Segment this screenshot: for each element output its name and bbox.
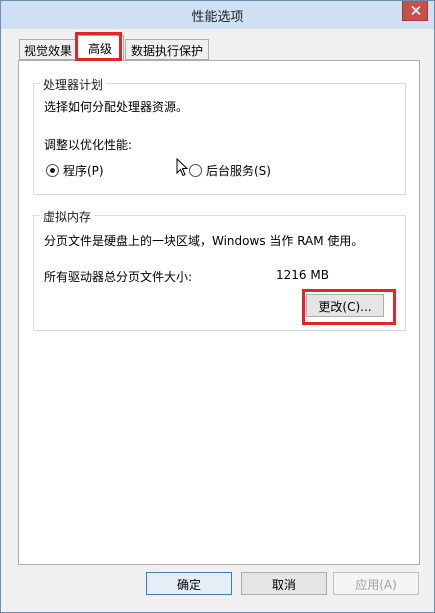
ok-button[interactable]: 确定 bbox=[146, 572, 232, 595]
processor-description: 选择如何分配处理器资源。 bbox=[44, 100, 189, 114]
virtual-memory-legend: 虚拟内存 bbox=[40, 208, 95, 225]
total-paging-file-label: 所有驱动器总分页文件大小: bbox=[44, 270, 193, 284]
processor-scheduling-legend: 处理器计划 bbox=[40, 76, 107, 93]
close-button[interactable] bbox=[402, 1, 428, 21]
performance-options-dialog: 性能选项 视觉效果 高级 数据执行保护 处理器计划 选择如何分配处理器资源。 调… bbox=[0, 0, 435, 613]
close-icon bbox=[411, 6, 421, 15]
apply-button[interactable]: 应用(A) bbox=[333, 572, 419, 595]
title-bar[interactable]: 性能选项 bbox=[1, 1, 434, 29]
radio-background-services[interactable] bbox=[189, 164, 202, 177]
highlight-change-button bbox=[302, 289, 396, 325]
window-title: 性能选项 bbox=[191, 10, 244, 25]
total-paging-file-value: 1216 MB bbox=[276, 268, 329, 282]
adjust-performance-label: 调整以优化性能: bbox=[44, 138, 133, 152]
tab-data-execution-prevention[interactable]: 数据执行保护 bbox=[125, 39, 209, 60]
virtual-memory-description: 分页文件是硬盘上的一块区域，Windows 当作 RAM 使用。 bbox=[44, 234, 364, 248]
radio-programs[interactable] bbox=[46, 164, 59, 177]
radio-background-services-label[interactable]: 后台服务(S) bbox=[206, 162, 271, 179]
highlight-tab-advanced bbox=[75, 32, 122, 61]
radio-programs-label[interactable]: 程序(P) bbox=[63, 162, 104, 179]
cancel-button[interactable]: 取消 bbox=[241, 572, 327, 595]
processor-scheduling-group: 处理器计划 选择如何分配处理器资源。 调整以优化性能: 程序(P) 后台服务(S… bbox=[33, 76, 406, 195]
mouse-cursor-icon bbox=[176, 158, 188, 177]
tab-visual-effects[interactable]: 视觉效果 bbox=[19, 39, 77, 60]
